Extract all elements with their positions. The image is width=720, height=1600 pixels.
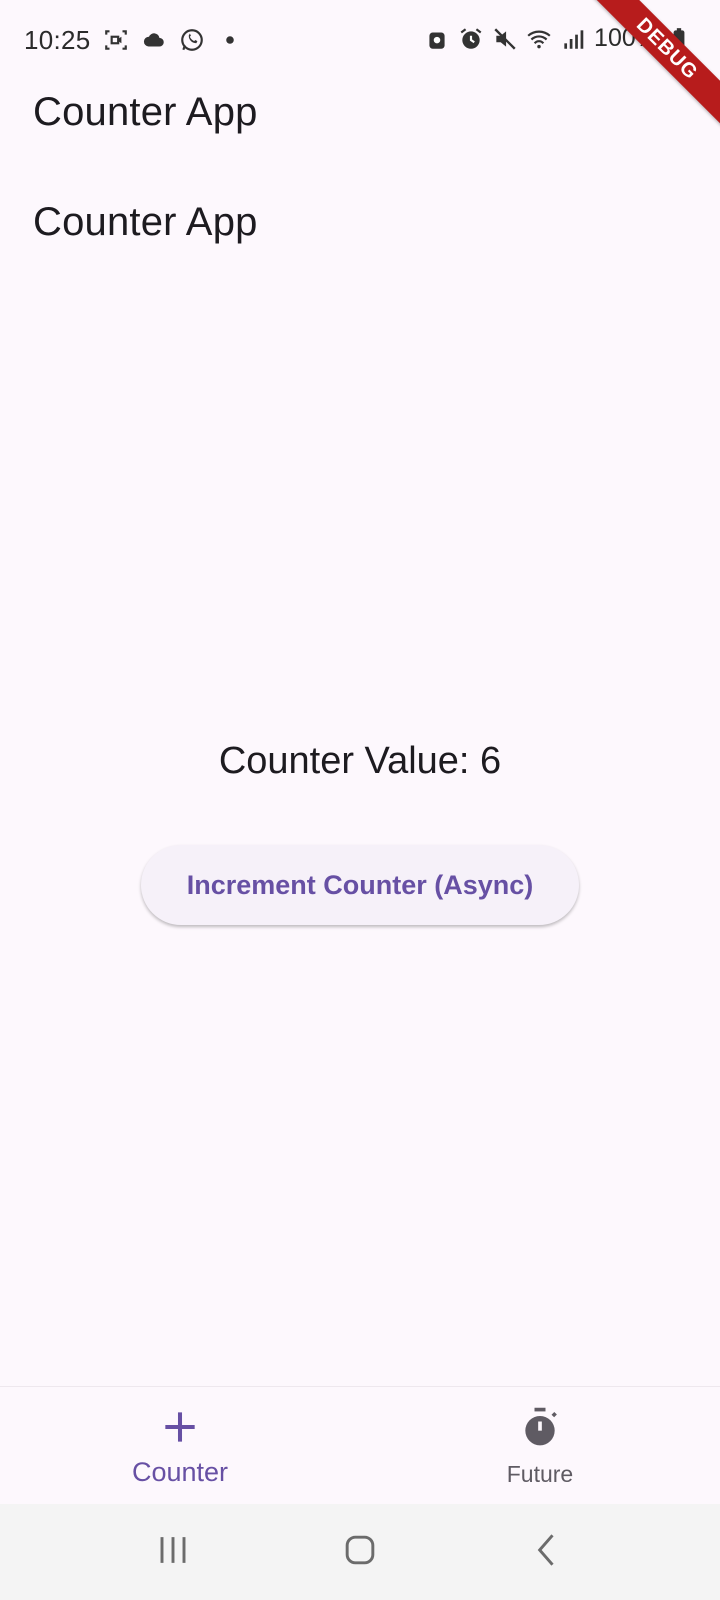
cloud-icon: [141, 27, 167, 53]
mute-icon: [492, 26, 518, 52]
nav-label-future: Future: [506, 1461, 574, 1487]
plus-icon: [158, 1405, 202, 1449]
back-icon: [525, 1528, 569, 1577]
lock-icon: [424, 26, 450, 52]
status-left: 10:25: [24, 25, 243, 56]
dot-icon: [217, 27, 243, 53]
screen-record-icon: [103, 27, 129, 53]
wifi-icon: [526, 26, 552, 52]
page-heading: Counter App: [33, 200, 258, 244]
whatsapp-icon: [179, 27, 205, 53]
home-icon: [338, 1528, 382, 1577]
status-right: 100%: [424, 24, 692, 53]
nav-item-counter[interactable]: Counter: [0, 1387, 360, 1505]
home-button[interactable]: [330, 1522, 390, 1582]
nav-label-counter: Counter: [131, 1457, 229, 1487]
back-button[interactable]: [517, 1522, 577, 1582]
counter-value-text: Counter Value: 6: [218, 740, 502, 782]
signal-icon: [560, 26, 586, 52]
status-time: 10:25: [24, 24, 91, 55]
app-bar-title: Counter App: [33, 90, 258, 134]
battery-icon: [666, 26, 692, 52]
timer-icon: [518, 1405, 562, 1449]
system-navigation-bar: [0, 1504, 720, 1600]
increment-counter-button[interactable]: Increment Counter (Async): [141, 845, 579, 925]
status-bar: 10:25 100%: [0, 0, 720, 80]
recents-button[interactable]: [143, 1522, 203, 1582]
recents-icon: [151, 1528, 195, 1577]
bottom-navigation-bar: Counter Future: [0, 1386, 720, 1504]
nav-item-future[interactable]: Future: [360, 1387, 720, 1505]
screen: 10:25 100% DEBUG Counter App Counter App…: [0, 0, 720, 1600]
battery-percent: 100%: [594, 24, 658, 52]
alarm-icon: [458, 26, 484, 52]
